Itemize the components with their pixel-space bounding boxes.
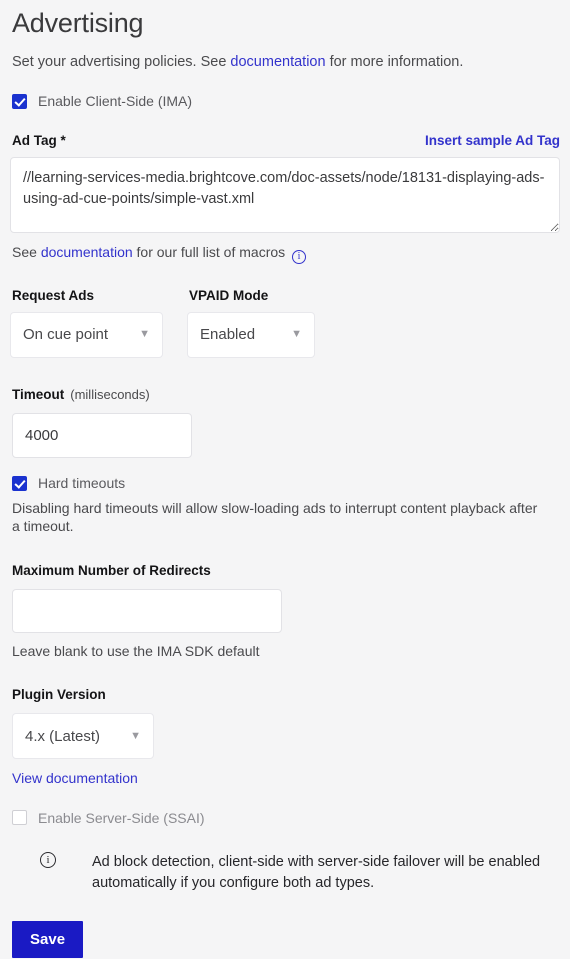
ad-tag-helper-after: for our full list of macros [132,243,290,260]
plugin-version-value: 4.x (Latest) [25,727,101,745]
vpaid-mode-select[interactable]: Enabled ▼ [187,311,315,358]
chevron-down-icon: ▼ [130,729,141,742]
request-ads-label: Request Ads [12,287,95,303]
enable-server-side-checkbox-row[interactable]: Enable Server-Side (SSAI) [12,809,560,826]
plugin-version-doc-row: View documentation [12,769,560,788]
view-documentation-link[interactable]: View documentation [12,770,138,786]
info-icon: i [40,852,56,869]
insert-sample-ad-tag-link[interactable]: Insert sample Ad Tag [425,133,560,148]
timeout-label-row: Timeout (milliseconds) [10,386,560,404]
hard-timeouts-checkbox-row[interactable]: Hard timeouts [12,475,560,492]
vpaid-mode-group: VPAID Mode Enabled ▼ [187,288,315,358]
ad-tag-label: Ad Tag * [12,132,66,148]
form-actions: Save [10,921,560,959]
timeout-label: Timeout [12,386,65,402]
ad-tag-input[interactable] [10,156,560,233]
ad-tag-field-wrap [10,156,560,233]
vpaid-mode-value: Enabled [200,326,256,344]
page-title: Advertising [12,8,144,38]
timeout-field-wrap [12,412,560,458]
info-icon[interactable]: i [292,249,307,264]
ad-tag-label-row: Ad Tag * Insert sample Ad Tag [10,133,560,148]
vpaid-mode-label: VPAID Mode [189,287,269,303]
enable-client-side-checkbox-row[interactable]: Enable Client-Side (IMA) [12,93,560,110]
timeout-input[interactable] [12,412,192,458]
hard-timeouts-description: Disabling hard timeouts will allow slow-… [12,499,538,535]
chevron-down-icon: ▼ [139,328,150,341]
save-button[interactable]: Save [12,921,84,959]
plugin-version-label-row: Plugin Version [10,686,560,704]
enable-client-side-checkbox[interactable] [12,93,27,109]
request-ads-value: On cue point [23,326,109,344]
request-ads-select[interactable]: On cue point ▼ [10,311,163,358]
max-redirects-input[interactable] [12,589,282,634]
plugin-version-label: Plugin Version [12,687,106,703]
max-redirects-field-wrap [12,589,560,634]
page-description-text-after: for more information. [325,54,464,70]
macros-documentation-link[interactable]: documentation [41,244,133,260]
advertising-settings-page: Advertising Set your advertising policie… [0,0,570,959]
ad-tag-helper-text: See documentation for our full list of m… [12,243,560,264]
max-redirects-label: Maximum Number of Redirects [12,563,211,579]
page-description: Set your advertising policies. See docum… [12,53,560,73]
timeout-unit-label: (milliseconds) [70,386,150,402]
max-redirects-label-row: Maximum Number of Redirects [10,562,560,580]
enable-server-side-label: Enable Server-Side (SSAI) [38,809,205,826]
page-description-text-before: Set your advertising policies. See [12,54,231,70]
documentation-link[interactable]: documentation [230,54,325,70]
ad-request-settings-row: Request Ads On cue point ▼ VPAID Mode En… [10,288,560,358]
plugin-version-select[interactable]: 4.x (Latest) ▼ [12,713,154,760]
enable-client-side-label: Enable Client-Side (IMA) [38,93,193,110]
hard-timeouts-label: Hard timeouts [38,475,126,492]
ad-tag-helper-before: See [12,243,41,260]
max-redirects-helper: Leave blank to use the IMA SDK default [12,643,260,660]
enable-server-side-checkbox[interactable] [12,810,27,826]
chevron-down-icon: ▼ [291,328,302,341]
ad-block-detection-notice-message: Ad block detection, client-side with ser… [92,854,541,891]
hard-timeouts-checkbox[interactable] [12,475,27,491]
request-ads-group: Request Ads On cue point ▼ [10,288,163,358]
ad-block-detection-notice: i Ad block detection, client-side with s… [40,852,560,893]
